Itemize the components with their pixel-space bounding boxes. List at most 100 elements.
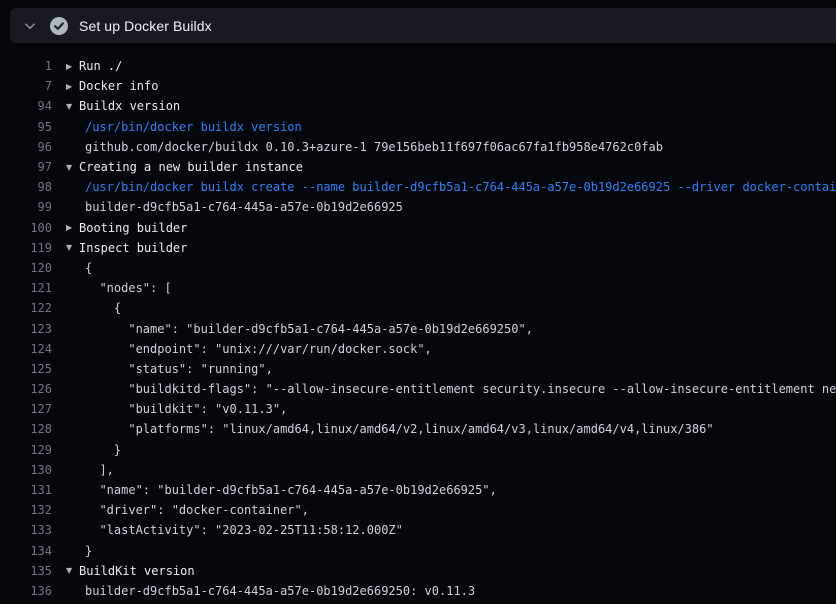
log-output-text: github.com/docker/buildx 0.10.3+azure-1 … (85, 140, 663, 154)
log-group-toggle[interactable]: ▼Inspect builder (52, 241, 187, 255)
log-output-text: ], (85, 463, 114, 477)
line-number-link[interactable]: 99 (0, 200, 52, 214)
line-number-link[interactable]: 126 (0, 382, 52, 396)
log-group-label: Booting builder (79, 221, 187, 235)
line-number-link[interactable]: 122 (0, 301, 52, 315)
line-number-link[interactable]: 125 (0, 362, 52, 376)
line-number-link[interactable]: 94 (0, 99, 52, 113)
line-number-link[interactable]: 129 (0, 443, 52, 457)
log-group-row: 100▶Booting builder (0, 218, 836, 238)
log-group-label: Docker info (79, 79, 158, 93)
line-number-link[interactable]: 1 (0, 59, 52, 73)
log-output-text: builder-d9cfb5a1-c764-445a-a57e-0b19d2e6… (85, 200, 403, 214)
line-number-link[interactable]: 124 (0, 342, 52, 356)
log-line-row: 123 "name": "builder-d9cfb5a1-c764-445a-… (0, 318, 836, 338)
line-number-link[interactable]: 136 (0, 584, 52, 598)
log-line-row: 133 "lastActivity": "2023-02-25T11:58:12… (0, 520, 836, 540)
log-group-toggle[interactable]: ▼Buildx version (52, 99, 180, 113)
log-line-row: 127 "buildkit": "v0.11.3", (0, 399, 836, 419)
line-number-link[interactable]: 132 (0, 503, 52, 517)
log-line-row: 121 "nodes": [ (0, 278, 836, 298)
log-group-label: Run ./ (79, 59, 122, 73)
log-output-text: "name": "builder-d9cfb5a1-c764-445a-a57e… (85, 322, 533, 336)
log-output-text: "lastActivity": "2023-02-25T11:58:12.000… (85, 523, 403, 537)
log-output-text: { (85, 261, 92, 275)
log-command-text: /usr/bin/docker buildx version (85, 120, 302, 134)
log-group-label: Creating a new builder instance (79, 160, 303, 174)
log-group-label: Buildx version (79, 99, 180, 113)
log-line-row: 132 "driver": "docker-container", (0, 500, 836, 520)
line-number-link[interactable]: 98 (0, 180, 52, 194)
line-number-link[interactable]: 96 (0, 140, 52, 154)
line-number-link[interactable]: 119 (0, 241, 52, 255)
log-line-row: 122 { (0, 298, 836, 318)
log-output-text: { (85, 301, 121, 315)
line-number-link[interactable]: 130 (0, 463, 52, 477)
log-line-row: 99 builder-d9cfb5a1-c764-445a-a57e-0b19d2… (0, 197, 836, 217)
log-line-row: 125 "status": "running", (0, 359, 836, 379)
triangle-expanded-icon: ▼ (66, 102, 79, 111)
log-line-row: 120 { (0, 258, 836, 278)
log-group-label: Inspect builder (79, 241, 187, 255)
log-group-row: 135▼BuildKit version (0, 561, 836, 581)
log-line-row: 129 } (0, 440, 836, 460)
line-number-link[interactable]: 97 (0, 160, 52, 174)
log-line-row: 130 ], (0, 460, 836, 480)
log-group-toggle[interactable]: ▶Run ./ (52, 59, 122, 73)
line-number-link[interactable]: 120 (0, 261, 52, 275)
log-group-toggle[interactable]: ▶Docker info (52, 79, 158, 93)
log-output-text: "name": "builder-d9cfb5a1-c764-445a-a57e… (85, 483, 497, 497)
log-line-row: 126 "buildkitd-flags": "--allow-insecure… (0, 379, 836, 399)
log-group-row: 1▶Run ./ (0, 56, 836, 76)
line-number-link[interactable]: 7 (0, 79, 52, 93)
log-output-text: "driver": "docker-container", (85, 503, 309, 517)
line-number-link[interactable]: 95 (0, 120, 52, 134)
log-output-text: "platforms": "linux/amd64,linux/amd64/v2… (85, 422, 714, 436)
triangle-expanded-icon: ▼ (66, 163, 79, 172)
line-number-link[interactable]: 128 (0, 422, 52, 436)
log-line-row: 128 "platforms": "linux/amd64,linux/amd6… (0, 419, 836, 439)
log-output-text: "status": "running", (85, 362, 273, 376)
triangle-expanded-icon: ▼ (66, 243, 79, 252)
log-group-row: 94▼Buildx version (0, 96, 836, 116)
line-number-link[interactable]: 131 (0, 483, 52, 497)
step-header[interactable]: Set up Docker Buildx (10, 8, 836, 43)
log-command-text: /usr/bin/docker buildx create --name bui… (85, 180, 836, 194)
log-output-text: "nodes": [ (85, 281, 172, 295)
log-group-toggle[interactable]: ▼BuildKit version (52, 564, 195, 578)
triangle-collapsed-icon: ▶ (66, 62, 79, 71)
line-number-link[interactable]: 134 (0, 544, 52, 558)
log-group-toggle[interactable]: ▼Creating a new builder instance (52, 160, 303, 174)
log-line-row: 98/usr/bin/docker buildx create --name b… (0, 177, 836, 197)
log-output-text: "buildkitd-flags": "--allow-insecure-ent… (85, 382, 836, 396)
log-group-row: 7▶Docker info (0, 76, 836, 96)
log-output-area: 1▶Run ./7▶Docker info94▼Buildx version95… (0, 51, 836, 604)
log-output-text: } (85, 443, 121, 457)
log-output-text: builder-d9cfb5a1-c764-445a-a57e-0b19d2e6… (85, 584, 475, 598)
log-output-text: "buildkit": "v0.11.3", (85, 402, 287, 416)
log-group-row: 97▼Creating a new builder instance (0, 157, 836, 177)
log-line-row: 131 "name": "builder-d9cfb5a1-c764-445a-… (0, 480, 836, 500)
triangle-expanded-icon: ▼ (66, 566, 79, 575)
log-output-text: "endpoint": "unix:///var/run/docker.sock… (85, 342, 432, 356)
line-number-link[interactable]: 127 (0, 402, 52, 416)
log-line-row: 124 "endpoint": "unix:///var/run/docker.… (0, 339, 836, 359)
check-circle-icon (50, 17, 68, 35)
line-number-link[interactable]: 123 (0, 322, 52, 336)
step-title: Set up Docker Buildx (79, 18, 212, 34)
line-number-link[interactable]: 100 (0, 221, 52, 235)
log-line-row: 134} (0, 541, 836, 561)
log-output-text: } (85, 544, 92, 558)
line-number-link[interactable]: 133 (0, 523, 52, 537)
chevron-down-icon[interactable] (23, 19, 37, 33)
line-number-link[interactable]: 135 (0, 564, 52, 578)
triangle-collapsed-icon: ▶ (66, 82, 79, 91)
log-group-row: 119▼Inspect builder (0, 238, 836, 258)
log-line-row: 96 github.com/docker/buildx 0.10.3+azure-… (0, 137, 836, 157)
log-line-row: 95/usr/bin/docker buildx version (0, 117, 836, 137)
line-number-link[interactable]: 121 (0, 281, 52, 295)
log-group-label: BuildKit version (79, 564, 195, 578)
triangle-collapsed-icon: ▶ (66, 223, 79, 232)
log-group-toggle[interactable]: ▶Booting builder (52, 221, 187, 235)
log-line-row: 136 builder-d9cfb5a1-c764-445a-a57e-0b19d… (0, 581, 836, 601)
